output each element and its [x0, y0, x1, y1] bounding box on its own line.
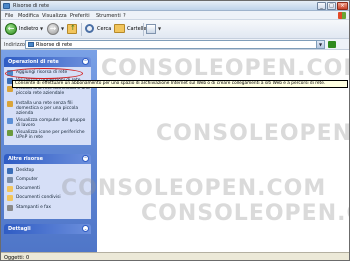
- task-label[interactable]: Visualizza computer del gruppo di lavoro: [16, 118, 90, 128]
- highlight-annotation: [5, 68, 83, 79]
- wireless-network-icon: [7, 101, 13, 107]
- menu-favorites[interactable]: Preferiti: [70, 13, 90, 19]
- upnp-icon: [7, 130, 13, 136]
- watermark-text: CONSOLEOPEN.COM: [101, 56, 350, 81]
- details-header[interactable]: Dettagli ⌄: [4, 224, 91, 234]
- details-title: Dettagli: [8, 226, 31, 232]
- other-places-header[interactable]: Altre risorse ^: [4, 154, 91, 164]
- watermark-text: CONSOLEOPEN.COM: [156, 121, 350, 146]
- toolbar: ← Indietro ▼ → ▼ Cerca Cartelle ▼: [1, 20, 349, 39]
- toolbar-separator: [143, 23, 144, 36]
- menu-bar: File Modifica Visualizza Preferiti Strum…: [1, 11, 349, 20]
- back-dropdown-icon[interactable]: ▼: [40, 26, 43, 31]
- maximize-button[interactable]: □: [327, 2, 336, 10]
- status-bar: Oggetti: 0: [1, 252, 349, 261]
- network-places-icon: [28, 42, 34, 47]
- task-label[interactable]: Installa una rete senza fili domestica o…: [16, 101, 90, 117]
- minimize-button[interactable]: _: [317, 2, 326, 10]
- collapse-icon[interactable]: ^: [82, 155, 89, 162]
- up-folder-icon[interactable]: [67, 24, 77, 34]
- other-places-title: Altre risorse: [8, 156, 43, 162]
- watermark-text: CONSOLEOPEN.COM: [61, 176, 327, 201]
- computer-icon: [7, 177, 13, 183]
- network-tasks-header[interactable]: Operazioni di rete ^: [4, 57, 91, 67]
- search-button-label[interactable]: Cerca: [97, 26, 111, 32]
- network-tasks-title: Operazioni di rete: [8, 59, 59, 65]
- shared-documents-icon: [7, 195, 13, 201]
- address-dropdown-icon[interactable]: ▼: [316, 41, 324, 48]
- back-button-label[interactable]: Indietro: [19, 26, 38, 32]
- views-icon[interactable]: [146, 24, 156, 34]
- address-label: Indirizzo: [4, 42, 25, 48]
- network-places-icon: [3, 3, 10, 9]
- window-title: Risorse di rete: [13, 3, 50, 9]
- back-arrow-icon[interactable]: ←: [5, 23, 17, 35]
- place-label[interactable]: Desktop: [16, 168, 90, 173]
- go-button[interactable]: [328, 41, 336, 48]
- toolbar-separator: [81, 23, 82, 36]
- documents-icon: [7, 186, 13, 192]
- address-bar: Indirizzo Risorse di rete ▼: [1, 39, 349, 50]
- title-bar[interactable]: Risorse di rete _ □ ×: [1, 1, 349, 11]
- close-button[interactable]: ×: [337, 2, 348, 10]
- watermark-text: CONSOLEOPEN.COM: [141, 201, 349, 226]
- printers-icon: [7, 205, 13, 211]
- collapse-icon[interactable]: ^: [82, 58, 89, 65]
- explorer-window: Risorse di rete _ □ × File Modifica Visu…: [0, 0, 350, 261]
- task-tooltip: Consente di effettuare un abbonamento pe…: [12, 80, 348, 88]
- forward-arrow-icon[interactable]: →: [47, 23, 59, 35]
- folders-icon[interactable]: [114, 24, 125, 33]
- menu-edit[interactable]: Modifica: [18, 13, 39, 19]
- views-dropdown-icon[interactable]: ▼: [158, 26, 161, 31]
- menu-tools[interactable]: Strumenti: [96, 13, 121, 19]
- menu-help[interactable]: ?: [123, 13, 126, 19]
- windows-logo-icon: [338, 12, 346, 19]
- menu-file[interactable]: File: [5, 13, 13, 19]
- workgroup-computers-icon: [7, 118, 13, 124]
- address-input[interactable]: Risorse di rete ▼: [25, 40, 325, 49]
- task-label[interactable]: Visualizza icone per periferiche UPnP in…: [16, 130, 90, 140]
- desktop-icon: [7, 168, 13, 174]
- place-label[interactable]: Stampanti e fax: [16, 205, 90, 210]
- expand-icon[interactable]: ⌄: [82, 225, 89, 232]
- address-value: Risorse di rete: [36, 42, 73, 48]
- status-text: Oggetti: 0: [4, 255, 30, 261]
- search-icon[interactable]: [85, 24, 94, 33]
- forward-dropdown-icon[interactable]: ▼: [61, 26, 64, 31]
- menu-view[interactable]: Visualizza: [42, 13, 67, 19]
